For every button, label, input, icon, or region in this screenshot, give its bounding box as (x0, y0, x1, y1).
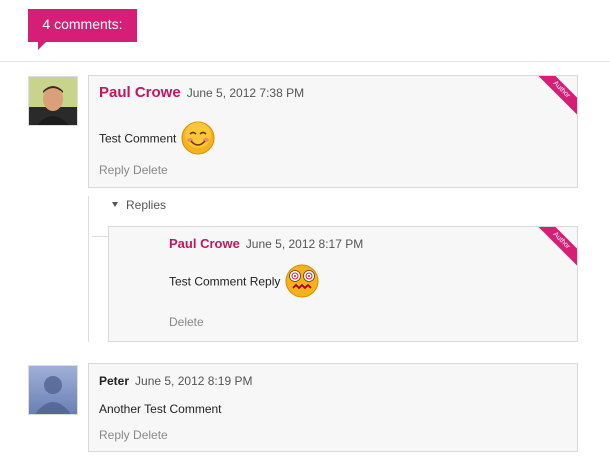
reply-link[interactable]: Reply (99, 163, 130, 177)
comment-date[interactable]: June 5, 2012 7:38 PM (187, 86, 304, 100)
header-divider (0, 61, 610, 62)
reply-author-link[interactable]: Paul Crowe (169, 236, 240, 251)
comment-author-link-2[interactable]: Peter (99, 374, 129, 388)
avatar-peter[interactable] (28, 365, 78, 415)
comment-box-2: Peter June 5, 2012 8:19 PM Another Test C… (88, 363, 578, 452)
reply-date[interactable]: June 5, 2012 8:17 PM (246, 237, 363, 251)
smiling-emoji-icon (180, 120, 216, 159)
reply-delete-link[interactable]: Delete (169, 315, 204, 329)
thread-line (88, 196, 89, 342)
reply-link-2[interactable]: Reply (99, 428, 130, 442)
reply-text: Test Comment Reply (169, 274, 281, 289)
replies-label: Replies (126, 198, 167, 212)
comment-count-badge: 4 comments: (28, 9, 137, 50)
delete-link[interactable]: Delete (133, 163, 168, 177)
comment-text: Test Comment (99, 131, 177, 146)
comment-text-2: Another Test Comment (99, 402, 222, 416)
dizzy-emoji-icon (284, 263, 320, 302)
reply-box: Author Paul Crowe June 5, 2012 8:17 PM Te… (108, 226, 578, 342)
delete-link-2[interactable]: Delete (133, 428, 168, 442)
comment-date-2[interactable]: June 5, 2012 8:19 PM (135, 374, 252, 388)
avatar-paul-crowe[interactable] (28, 76, 78, 126)
thread-connector (92, 236, 108, 237)
comment-count-label: 4 comments: (42, 16, 123, 32)
caret-down-icon (112, 202, 118, 207)
comment-author-link[interactable]: Paul Crowe (99, 84, 181, 101)
author-ribbon-reply: Author (531, 227, 577, 271)
comment-box-1: Author Paul Crowe June 5, 2012 7:38 PM Te… (88, 75, 578, 188)
author-ribbon: Author (531, 76, 577, 120)
replies-toggle[interactable]: Replies (112, 198, 166, 212)
